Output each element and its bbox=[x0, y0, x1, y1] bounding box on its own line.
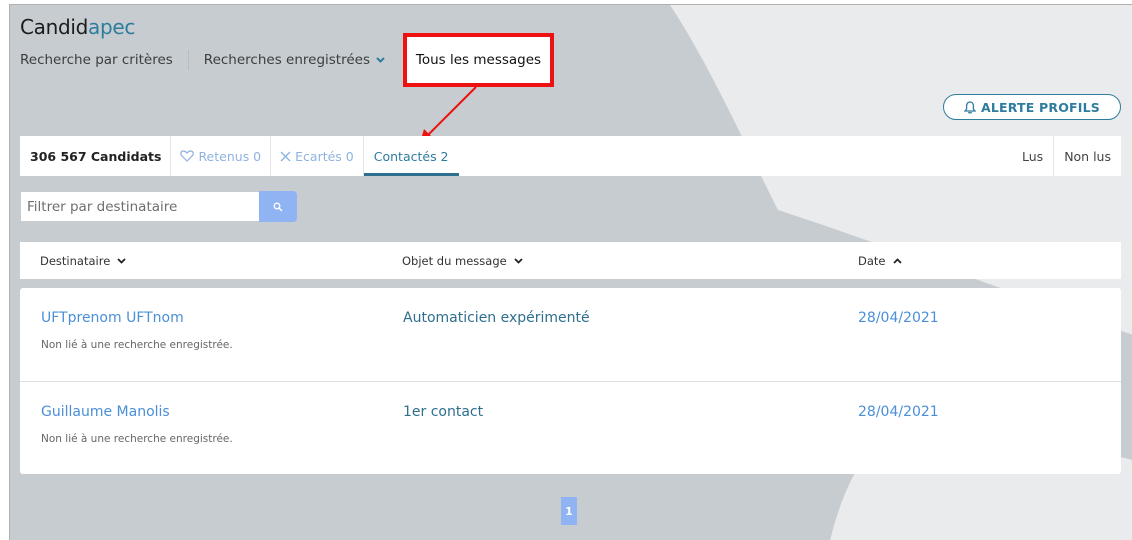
pagination-current-label: 1 bbox=[565, 504, 573, 518]
chevron-down-icon bbox=[117, 257, 126, 264]
tab-rejected[interactable]: Ecartés 0 bbox=[271, 136, 364, 176]
alert-profiles-button[interactable]: ALERTE PROFILS bbox=[943, 94, 1121, 120]
sort-recipient[interactable]: Destinataire bbox=[40, 242, 126, 279]
bell-icon bbox=[963, 100, 976, 114]
messages-table: UFTprenom UFTnom Non lié à une recherche… bbox=[20, 288, 1121, 474]
message-subject-link[interactable]: Automaticien expérimenté bbox=[403, 310, 590, 326]
message-subject-link[interactable]: 1er contact bbox=[403, 404, 483, 420]
filter-read-label: Lus bbox=[1022, 148, 1044, 164]
message-date: 28/04/2021 bbox=[858, 310, 939, 326]
filter-read[interactable]: Lus bbox=[1012, 136, 1055, 176]
nav-saved-searches[interactable]: Recherches enregistrées bbox=[204, 52, 385, 68]
nav-criteria-search[interactable]: Recherche par critères bbox=[20, 52, 173, 68]
recipient-name-link[interactable]: Guillaume Manolis bbox=[41, 404, 170, 420]
recipient-filter-input[interactable] bbox=[20, 191, 259, 222]
alert-profiles-label: ALERTE PROFILS bbox=[980, 99, 1101, 115]
tab-contacted[interactable]: Contactés 2 bbox=[363, 136, 459, 176]
sort-subject[interactable]: Objet du message bbox=[402, 242, 523, 279]
chevron-down-icon bbox=[514, 257, 523, 264]
recipient-name-link[interactable]: UFTprenom UFTnom bbox=[41, 310, 184, 326]
nav-messages-label: Tous les messages bbox=[415, 52, 542, 68]
header-subject-label: Objet du message bbox=[402, 253, 507, 268]
message-date: 28/04/2021 bbox=[858, 404, 939, 420]
close-icon bbox=[280, 151, 291, 161]
pagination-page-button[interactable]: 1 bbox=[561, 497, 577, 525]
filter-unread-label: Non lus bbox=[1064, 148, 1111, 164]
tabs-spacer bbox=[459, 136, 1012, 176]
nav-divider bbox=[187, 50, 189, 70]
tab-retained[interactable]: Retenus 0 bbox=[171, 136, 272, 176]
tab-candidates-count[interactable]: 306 567 Candidats bbox=[20, 136, 172, 176]
header-recipient-label: Destinataire bbox=[40, 253, 111, 268]
results-tabs: 306 567 Candidats Retenus 0 Ecartés 0 Co… bbox=[20, 136, 1121, 176]
tab-retained-label: Retenus 0 bbox=[198, 148, 262, 164]
search-icon bbox=[273, 202, 283, 211]
tab-rejected-label: Ecartés 0 bbox=[295, 148, 354, 164]
nav-all-messages[interactable]: Tous les messages bbox=[403, 33, 554, 87]
table-row[interactable]: UFTprenom UFTnom Non lié à une recherche… bbox=[20, 288, 1121, 381]
top-navigation: Recherche par critères Recherches enregi… bbox=[20, 49, 385, 71]
app-frame: Candidapec Recherche par critères Recher… bbox=[9, 4, 1132, 540]
search-link-note: Non lié à une recherche enregistrée. bbox=[41, 433, 233, 445]
table-header: Destinataire Objet du message Date bbox=[20, 242, 1121, 279]
header-date-label: Date bbox=[858, 253, 886, 268]
brand-logo-part2: apec bbox=[88, 15, 136, 39]
filter-unread[interactable]: Non lus bbox=[1054, 136, 1121, 176]
brand-logo-part1: Candid bbox=[20, 15, 89, 39]
table-row[interactable]: Guillaume Manolis Non lié à une recherch… bbox=[20, 381, 1121, 474]
nav-saved-label: Recherches enregistrées bbox=[203, 52, 370, 68]
search-button[interactable] bbox=[259, 191, 297, 222]
sort-date[interactable]: Date bbox=[858, 242, 902, 279]
candidates-count-label: 306 567 Candidats bbox=[30, 148, 162, 164]
tab-contacted-label: Contactés 2 bbox=[373, 148, 449, 164]
search-link-note: Non lié à une recherche enregistrée. bbox=[41, 339, 233, 351]
brand-logo[interactable]: Candidapec bbox=[20, 15, 135, 39]
heart-icon bbox=[180, 150, 195, 162]
nav-criteria-label: Recherche par critères bbox=[20, 52, 173, 68]
chevron-down-icon bbox=[376, 57, 385, 63]
chevron-up-icon bbox=[892, 257, 902, 264]
